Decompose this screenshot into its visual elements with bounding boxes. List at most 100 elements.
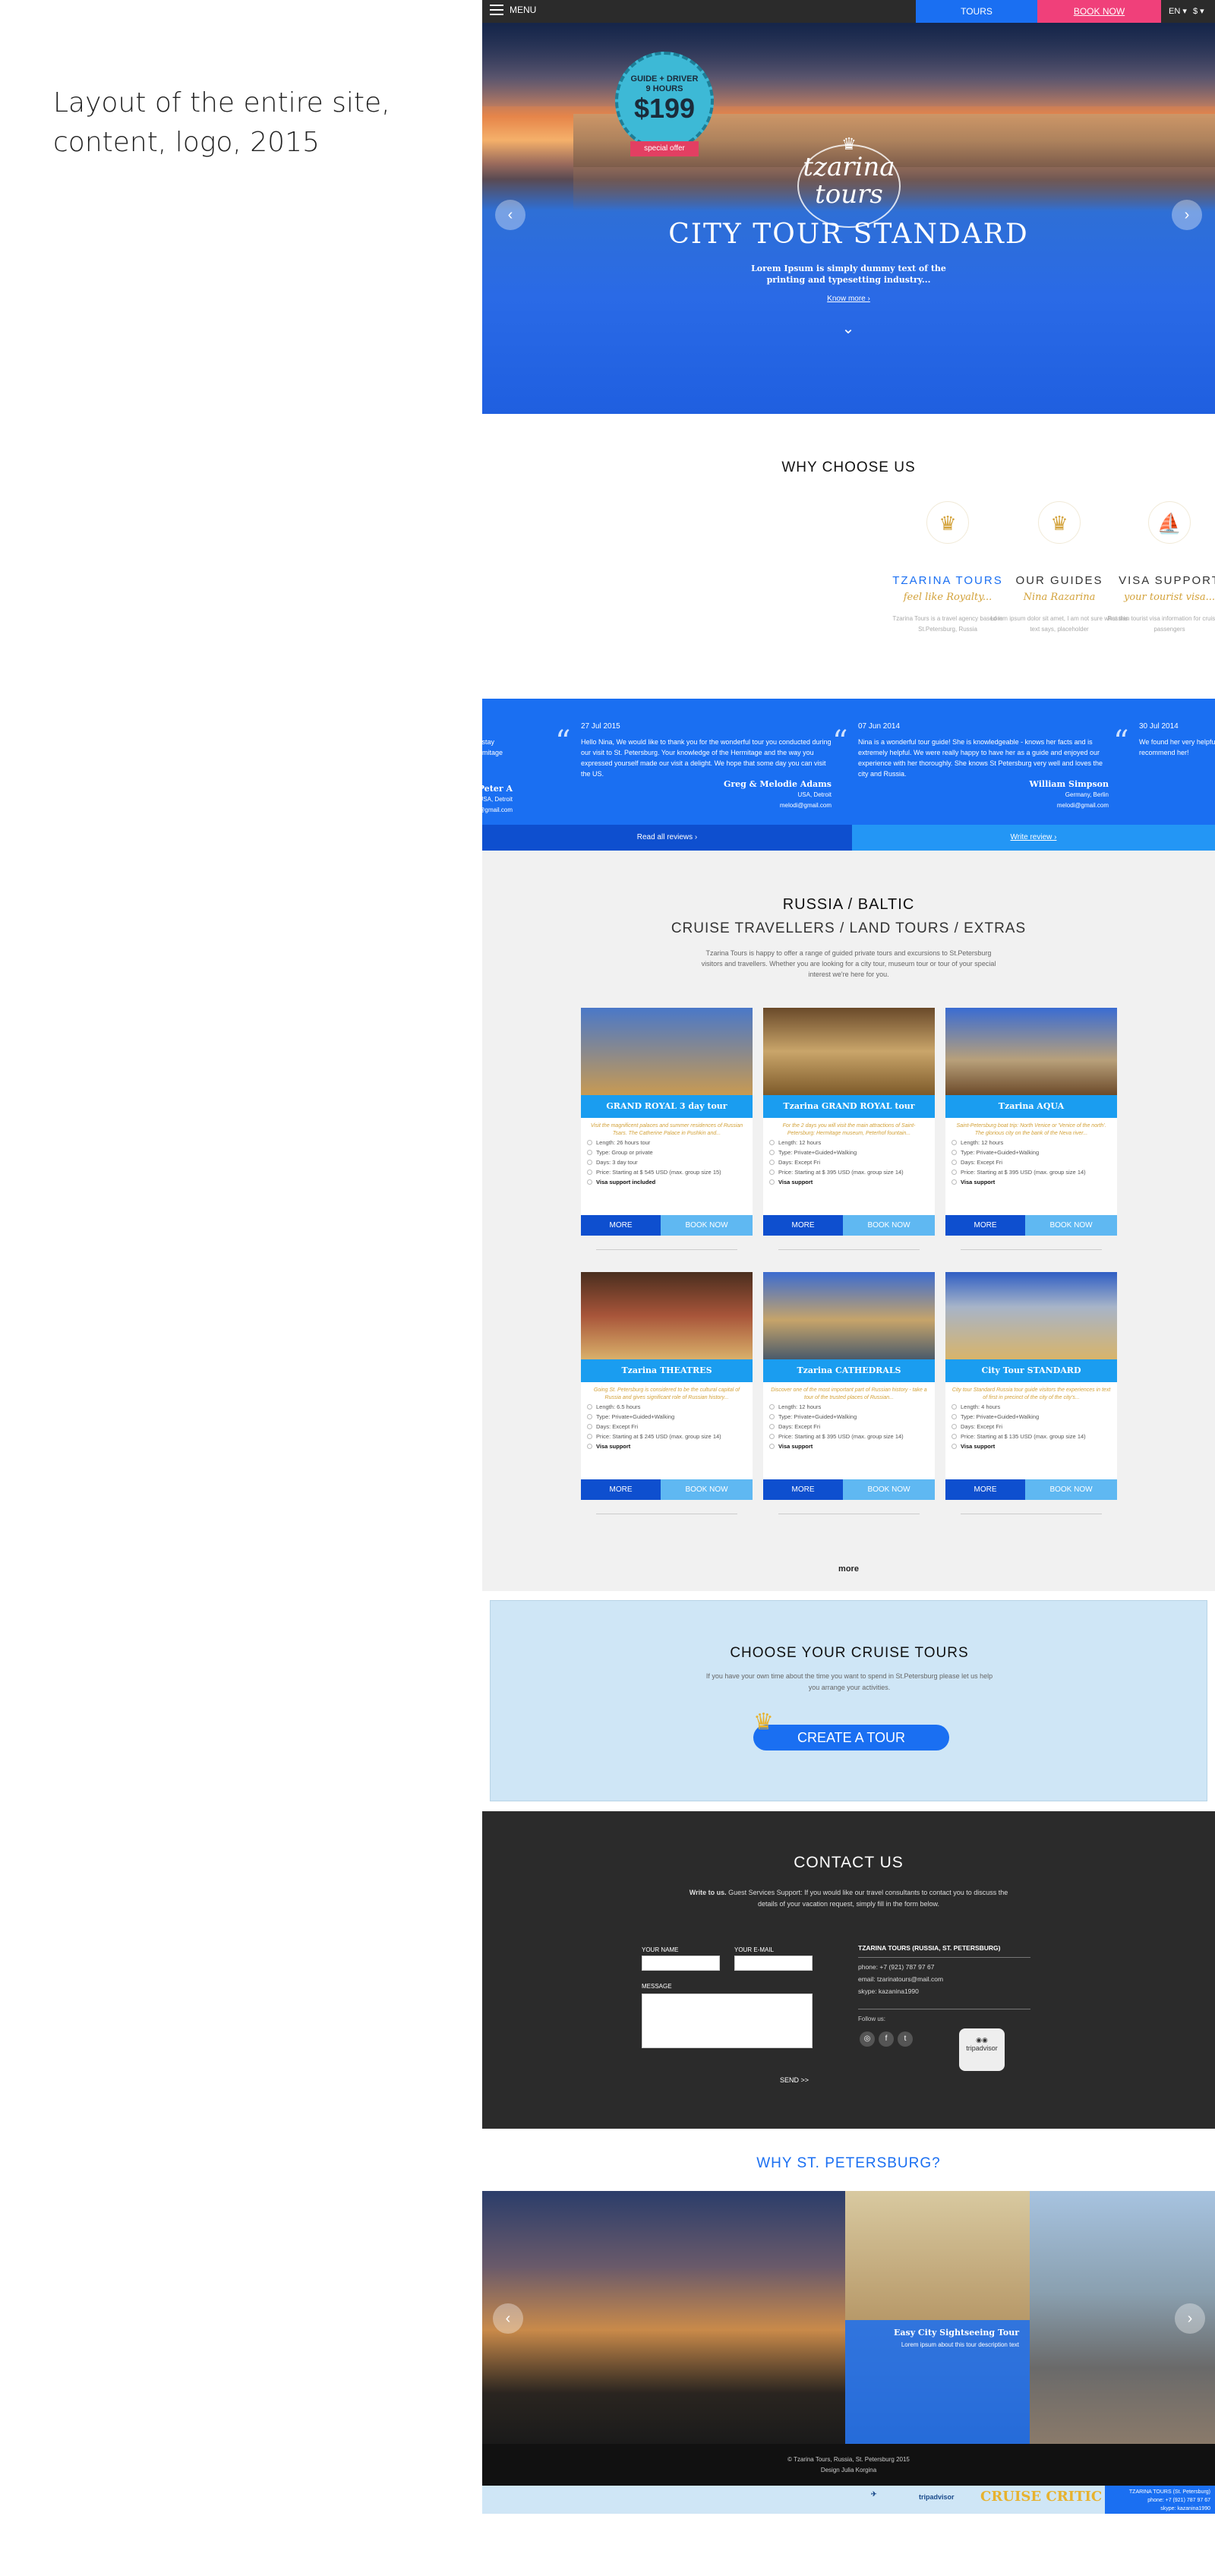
book-now-button[interactable]: BOOK NOW bbox=[1025, 1479, 1117, 1500]
instagram-icon[interactable]: ◎ bbox=[860, 2031, 875, 2047]
tour-detail-item: Price: Starting at $ 135 USD (max. group… bbox=[951, 1432, 1111, 1441]
more-tours-link[interactable]: more bbox=[482, 1564, 1215, 1574]
bullet-icon bbox=[951, 1414, 957, 1419]
tour-title[interactable]: City Tour STANDARD bbox=[945, 1359, 1117, 1382]
slider-prev-icon[interactable]: ‹ bbox=[495, 200, 525, 230]
tour-detail-text: Price: Starting at $ 395 USD (max. group… bbox=[778, 1433, 904, 1440]
tour-title[interactable]: Tzarina CATHEDRALS bbox=[763, 1359, 935, 1382]
site-logo[interactable]: ♛ tzarina tours bbox=[792, 137, 906, 220]
tour-description: For the 2 days you will visit the main a… bbox=[782, 1123, 916, 1136]
bullet-icon bbox=[587, 1160, 592, 1165]
bullet-icon bbox=[587, 1404, 592, 1410]
tour-detail-item: Visa support bbox=[951, 1441, 1111, 1451]
book-now-button[interactable]: BOOK NOW bbox=[661, 1479, 753, 1500]
hero-know-more-link[interactable]: Know more › bbox=[482, 295, 1215, 303]
review-author: William Simpson bbox=[1029, 779, 1109, 789]
quote-icon: “ bbox=[832, 724, 848, 759]
tour-description: Discover one of the most important part … bbox=[771, 1387, 927, 1400]
caption-line-1: Layout of the entire site, bbox=[53, 87, 390, 118]
tour-detail-text: Type: Private+Guided+Walking bbox=[596, 1413, 675, 1420]
email-field[interactable] bbox=[734, 1956, 813, 1971]
more-button[interactable]: MORE bbox=[945, 1479, 1025, 1500]
name-field[interactable] bbox=[642, 1956, 720, 1971]
currency-select[interactable]: $ ▾ bbox=[1193, 0, 1204, 23]
gallery-next-icon[interactable]: › bbox=[1175, 2303, 1205, 2334]
language-select[interactable]: EN ▾ bbox=[1169, 0, 1187, 23]
review-author: Greg & Melodie Adams bbox=[723, 779, 832, 789]
tour-image[interactable] bbox=[581, 1272, 753, 1359]
tour-detail-item: Visa support bbox=[769, 1441, 929, 1451]
bullet-icon bbox=[587, 1140, 592, 1145]
tripadvisor-label: tripadvisor bbox=[966, 2044, 998, 2052]
tour-detail-item: Price: Starting at $ 395 USD (max. group… bbox=[769, 1432, 929, 1441]
crown-icon: ♛ bbox=[926, 501, 969, 544]
tour-title[interactable]: Tzarina AQUA bbox=[945, 1095, 1117, 1118]
tours-button[interactable]: TOURS bbox=[916, 0, 1037, 23]
hero-sky bbox=[482, 23, 1215, 106]
tour-detail-item: Visa support bbox=[769, 1177, 929, 1187]
send-button[interactable]: SEND >> bbox=[780, 2076, 809, 2084]
tour-detail-item: Length: 4 hours bbox=[951, 1402, 1111, 1412]
bullet-icon bbox=[769, 1424, 775, 1429]
tour-detail-item: Type: Private+Guided+Walking bbox=[769, 1412, 929, 1422]
tour-title[interactable]: Tzarina THEATRES bbox=[581, 1359, 753, 1382]
bullet-icon bbox=[951, 1150, 957, 1155]
tour-image[interactable] bbox=[763, 1008, 935, 1095]
write-review-button[interactable]: Write review › bbox=[852, 825, 1215, 851]
partner-logo-bird[interactable]: ✈ bbox=[871, 2490, 877, 2499]
tour-image[interactable] bbox=[763, 1272, 935, 1359]
book-now-button[interactable]: BOOK NOW bbox=[1025, 1215, 1117, 1236]
tours-description: Tzarina Tours is happy to offer a range … bbox=[701, 949, 996, 978]
contact-intro-text: Guest Services Support: If you would lik… bbox=[726, 1889, 1008, 1908]
footer-credit: Design Julia Korgina bbox=[820, 2467, 877, 2473]
follow-us-label: Follow us: bbox=[858, 2009, 1030, 2022]
tour-detail-text: Length: 6.5 hours bbox=[596, 1403, 641, 1410]
book-now-button[interactable]: BOOK NOW bbox=[661, 1215, 753, 1236]
more-button[interactable]: MORE bbox=[945, 1215, 1025, 1236]
message-field[interactable] bbox=[642, 1994, 813, 2048]
bullet-icon bbox=[587, 1150, 592, 1155]
create-tour-button[interactable]: CREATE A TOUR bbox=[753, 1725, 949, 1750]
contact-title: CONTACT US bbox=[794, 1854, 904, 1871]
more-button[interactable]: MORE bbox=[581, 1479, 661, 1500]
tour-details: Discover one of the most important part … bbox=[763, 1382, 935, 1479]
twitter-icon[interactable]: t bbox=[898, 2031, 913, 2047]
bullet-icon bbox=[769, 1150, 775, 1155]
tour-title[interactable]: GRAND ROYAL 3 day tour bbox=[581, 1095, 753, 1118]
tour-image[interactable] bbox=[945, 1272, 1117, 1359]
partner-tripadvisor[interactable]: tripadvisor bbox=[919, 2493, 955, 2501]
menu-button[interactable]: MENU bbox=[490, 5, 536, 15]
offer-badge[interactable]: GUIDE + DRIVER 9 HOURS $199 bbox=[615, 52, 714, 150]
facebook-icon[interactable]: f bbox=[879, 2031, 894, 2047]
gallery-prev-icon[interactable]: ‹ bbox=[493, 2303, 523, 2334]
tour-detail-item: Price: Starting at $ 245 USD (max. group… bbox=[587, 1432, 746, 1441]
more-button[interactable]: MORE bbox=[763, 1479, 843, 1500]
more-button[interactable]: MORE bbox=[763, 1215, 843, 1236]
partner-cruise-critic[interactable]: CRUISE CRITIC bbox=[980, 2489, 1102, 2505]
tour-image[interactable] bbox=[581, 1008, 753, 1095]
book-now-button[interactable]: BOOK NOW bbox=[843, 1479, 935, 1500]
slider-next-icon[interactable]: › bbox=[1172, 200, 1202, 230]
tour-card: Tzarina CATHEDRALS Discover one of the mo… bbox=[763, 1272, 935, 1514]
tour-detail-item: Length: 26 hours tour bbox=[587, 1138, 746, 1148]
bullet-icon bbox=[587, 1414, 592, 1419]
more-button[interactable]: MORE bbox=[581, 1215, 661, 1236]
tour-detail-text: Type: Private+Guided+Walking bbox=[778, 1413, 857, 1420]
book-now-button[interactable]: BOOK NOW bbox=[1037, 0, 1161, 23]
bullet-icon bbox=[769, 1170, 775, 1175]
tour-image[interactable] bbox=[945, 1008, 1117, 1095]
read-all-reviews-button[interactable]: Read all reviews › bbox=[482, 825, 852, 851]
tour-title[interactable]: Tzarina GRAND ROYAL tour bbox=[763, 1095, 935, 1118]
review-text: Hello Nina, We would like to thank you f… bbox=[581, 738, 832, 778]
book-now-button[interactable]: BOOK NOW bbox=[843, 1215, 935, 1236]
cruise-description: If you have your own time about the time… bbox=[705, 1672, 993, 1691]
chevron-down-icon[interactable]: ⌄ bbox=[839, 319, 857, 337]
tour-description: Visit the magnificent palaces and summer… bbox=[590, 1123, 743, 1136]
tripadvisor-badge[interactable]: ◉◉ tripadvisor bbox=[959, 2028, 1005, 2071]
bullet-icon bbox=[769, 1414, 775, 1419]
tour-card: Tzarina THEATRES Going St. Petersburg is … bbox=[581, 1272, 753, 1514]
gallery-overlay[interactable]: Easy City Sightseeing Tour Lorem ipsum a… bbox=[845, 2320, 1030, 2444]
tour-actions: MORE BOOK NOW bbox=[945, 1215, 1117, 1236]
badge-price: $199 bbox=[633, 93, 696, 124]
bullet-icon bbox=[951, 1404, 957, 1410]
